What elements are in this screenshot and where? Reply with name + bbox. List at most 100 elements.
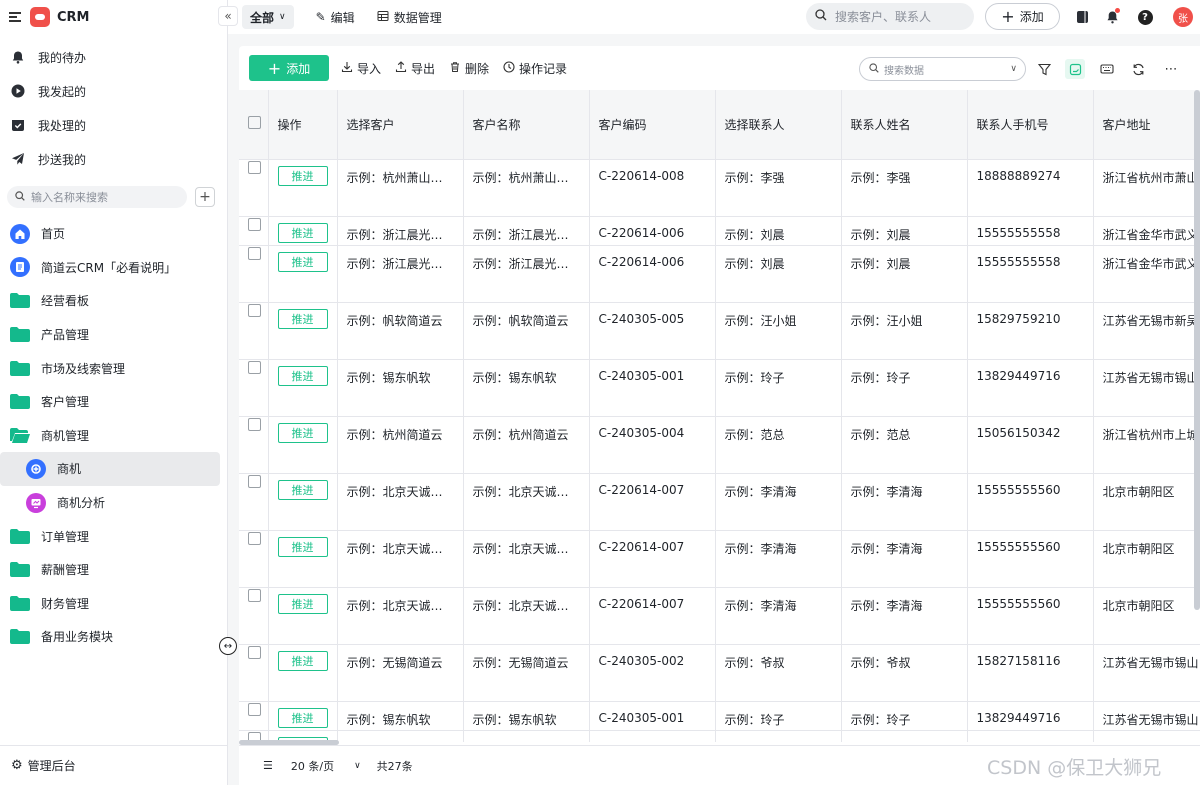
help-button[interactable]: ? <box>1137 9 1153 25</box>
data-manage-button[interactable]: 数据管理 <box>377 9 442 26</box>
resize-handle-icon[interactable]: ↔ <box>219 637 237 655</box>
column-header[interactable]: 选择联系人 <box>715 90 842 160</box>
table-cell[interactable]: C-220614-007 <box>589 587 716 645</box>
table-cell[interactable]: 示例：浙江晨光文具… <box>463 216 590 246</box>
table-cell[interactable]: 15555555560 <box>967 530 1094 588</box>
table-cell[interactable]: 示例：北京天诚软件… <box>463 473 590 531</box>
table-row[interactable]: 推进 示例：浙江晨光文具… 示例：浙江晨光文具… C-220614-006 示例：刘晨示… <box>239 216 1200 246</box>
advance-button[interactable]: 推进 <box>277 308 328 329</box>
table-cell[interactable]: C-240305-004 <box>589 416 716 474</box>
table-cell[interactable]: C-220614-008 <box>589 159 716 217</box>
table-cell[interactable]: C-240305-001 <box>589 701 716 731</box>
quick-item-todo[interactable]: 我的待办 <box>0 40 227 74</box>
table-cell[interactable]: 示例：玲子 <box>841 359 968 417</box>
sidebar-item-home[interactable]: 首页 <box>0 217 220 251</box>
sidebar-search-input[interactable]: 输入名称来搜索 <box>7 186 187 208</box>
table-cell[interactable]: 江苏省无锡市锡山 <box>1093 644 1200 702</box>
delete-button[interactable]: 删除 <box>449 60 489 77</box>
sidebar-item-salary[interactable]: 薪酬管理 <box>0 553 220 587</box>
table-cell[interactable]: 示例：刘晨 <box>841 245 968 303</box>
table-cell[interactable]: 示例：范总 <box>841 416 968 474</box>
column-header[interactable]: 操作 <box>268 90 338 160</box>
list-icon[interactable]: ☰ <box>263 759 273 772</box>
table-cell[interactable]: 示例：帆软简道云 <box>337 302 464 360</box>
table-cell[interactable]: 江苏省无锡市锡山 <box>1093 359 1200 417</box>
table-cell[interactable]: 18888889274 <box>967 159 1094 217</box>
sidebar-item-finance[interactable]: 财务管理 <box>0 587 220 621</box>
table-cell[interactable]: C-240305-005 <box>589 302 716 360</box>
table-row[interactable]: 推进示例：南京华五机械示例：南京华五机械C-220614-004示例：张楠示例：… <box>239 730 1200 742</box>
table-cell[interactable]: 示例：无锡简道云 <box>337 644 464 702</box>
table-cell[interactable]: 示例：浙江晨光文具… <box>337 245 464 303</box>
row-checkbox[interactable] <box>248 160 261 174</box>
sidebar-item-backup[interactable]: 备用业务模块 <box>0 620 220 654</box>
collapse-sidebar-button[interactable]: « <box>218 6 238 26</box>
table-cell[interactable]: 示例：南京华五机械 <box>463 730 590 742</box>
table-cell[interactable]: 北京市朝阳区 <box>1093 473 1200 531</box>
menu-icon[interactable] <box>9 12 21 22</box>
table-cell[interactable]: 示例：李强 <box>841 159 968 217</box>
sidebar-add-button[interactable]: + <box>195 187 215 207</box>
advance-button[interactable]: 推进 <box>277 422 328 443</box>
chevron-down-icon[interactable]: ∨ <box>354 761 361 771</box>
table-cell[interactable]: 示例：刘晨 <box>715 245 842 303</box>
table-cell[interactable]: 浙江省杭州市萧山 <box>1093 159 1200 217</box>
table-cell[interactable]: C-220614-007 <box>589 473 716 531</box>
table-cell[interactable]: 示例：爷叔 <box>841 644 968 702</box>
keyboard-icon[interactable] <box>1097 59 1117 79</box>
table-cell[interactable]: 示例：杭州简道云 <box>463 416 590 474</box>
table-cell[interactable]: 示例：李清海 <box>715 530 842 588</box>
table-row[interactable]: 推进 示例：无锡简道云 示例：无锡简道云 C-240305-002 示例：爷叔 示例：爷叔… <box>239 644 1200 702</box>
table-cell[interactable]: 示例：北京天诚软件… <box>463 530 590 588</box>
data-search-input[interactable]: 搜索数据 ∨ <box>859 57 1026 81</box>
more-icon[interactable]: ⋯ <box>1161 59 1181 79</box>
vertical-scrollbar[interactable] <box>1194 90 1200 610</box>
table-cell[interactable]: 示例：张楠 <box>841 730 968 742</box>
column-header[interactable]: 客户地址 <box>1093 90 1200 160</box>
advance-button[interactable]: 推进 <box>277 707 328 728</box>
notebook-icon[interactable] <box>1074 9 1090 25</box>
global-search-input[interactable]: 搜索客户、联系人 <box>806 3 974 30</box>
table-cell[interactable]: 示例：帆软简道云 <box>463 302 590 360</box>
edit-button[interactable]: ✎ 编辑 <box>316 9 355 26</box>
table-cell[interactable]: 示例：杭州萧山国际… <box>337 159 464 217</box>
table-cell[interactable]: 示例：浙江晨光文具… <box>463 245 590 303</box>
page-size-select[interactable]: 20 条/页 <box>291 758 334 774</box>
table-row[interactable]: 推进 示例：帆软简道云 示例：帆软简道云 C-240305-005 示例：汪小姐 示例：汪… <box>239 302 1200 360</box>
table-cell[interactable]: C-220614-007 <box>589 530 716 588</box>
table-cell[interactable]: 示例：玲子 <box>715 701 842 731</box>
table-cell[interactable]: 示例：李清海 <box>715 587 842 645</box>
table-cell[interactable]: 示例：浙江晨光文具… <box>337 216 464 246</box>
row-checkbox[interactable] <box>248 303 261 317</box>
sidebar-item-products[interactable]: 产品管理 <box>0 318 220 352</box>
column-header[interactable]: 联系人姓名 <box>841 90 968 160</box>
row-checkbox[interactable] <box>248 588 261 602</box>
table-cell[interactable]: 示例：锡东帆软 <box>337 701 464 731</box>
column-header[interactable]: 联系人手机号 <box>967 90 1094 160</box>
table-cell[interactable]: 示例：李清海 <box>841 530 968 588</box>
table-cell[interactable]: 示例：刘晨 <box>715 216 842 246</box>
table-cell[interactable]: 江苏省无锡市锡山 <box>1093 701 1200 731</box>
table-cell[interactable]: 示例：爷叔 <box>715 644 842 702</box>
quick-item-initiated[interactable]: 我发起的 <box>0 74 227 108</box>
row-checkbox[interactable] <box>248 417 261 431</box>
row-checkbox[interactable] <box>248 645 261 659</box>
table-cell[interactable]: 示例：北京天诚软件… <box>337 587 464 645</box>
table-cell[interactable]: 示例：李清海 <box>841 587 968 645</box>
table-cell[interactable]: 示例：汪小姐 <box>715 302 842 360</box>
avatar[interactable]: 张 <box>1173 7 1193 27</box>
advance-button[interactable]: 推进 <box>277 650 328 671</box>
sidebar-item-opportunity[interactable]: 商机 <box>0 452 220 486</box>
table-cell[interactable]: 示例：锡东帆软 <box>337 359 464 417</box>
table-row[interactable]: 推进 示例：杭州萧山国际… 示例：杭州萧山国际… C-220614-008 示例：李强示… <box>239 159 1200 217</box>
table-row[interactable]: 推进 示例：北京天诚软件… 示例：北京天诚软件… C-220614-007 示例：李清海… <box>239 530 1200 588</box>
table-cell[interactable]: 示例：南京华五机械 <box>337 730 464 742</box>
sidebar-item-orders[interactable]: 订单管理 <box>0 519 220 553</box>
operation-log-button[interactable]: 操作记录 <box>503 60 567 77</box>
table-cell[interactable]: C-240305-002 <box>589 644 716 702</box>
column-header[interactable]: 选择客户 <box>337 90 464 160</box>
add-button[interactable]: + 添加 <box>249 55 329 81</box>
table-cell[interactable]: 示例：锡东帆软 <box>463 701 590 731</box>
table-cell[interactable]: 江苏省无锡市新吴 <box>1093 302 1200 360</box>
notification-bell-icon[interactable] <box>1104 8 1120 25</box>
